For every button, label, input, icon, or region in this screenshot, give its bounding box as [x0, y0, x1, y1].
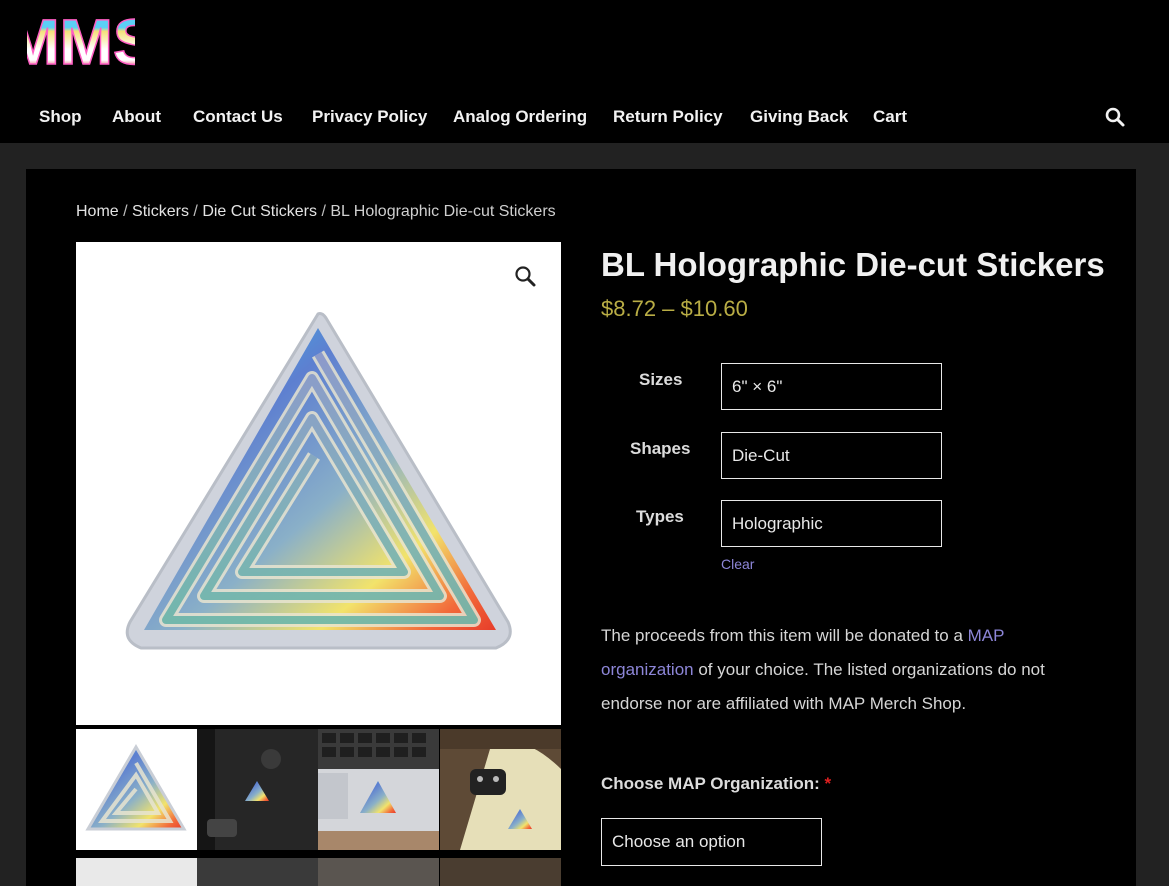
product-price: $8.72 – $10.60	[601, 296, 748, 321]
product-thumbnail[interactable]	[197, 858, 318, 886]
product-main-image[interactable]	[76, 242, 561, 725]
product-title: BL Holographic Die-cut Stickers	[601, 246, 1105, 283]
nav-cart[interactable]: Cart	[873, 107, 907, 127]
holographic-triangle-sticker-image	[125, 312, 512, 650]
organization-label-text: Choose MAP Organization:	[601, 774, 820, 793]
sizes-select[interactable]: 6" × 6"	[721, 363, 942, 410]
variation-label-sizes: Sizes	[639, 370, 683, 389]
breadcrumb-die-cut-stickers[interactable]: Die Cut Stickers	[202, 203, 317, 220]
product-thumbnail[interactable]	[318, 729, 439, 850]
required-mark: *	[824, 774, 832, 793]
choose-organization-label: Choose MAP Organization: *	[601, 774, 831, 794]
variation-label-shapes: Shapes	[630, 439, 691, 458]
product-thumbnail[interactable]	[197, 729, 318, 850]
zoom-icon[interactable]	[513, 264, 539, 290]
logo-text: MMS	[27, 9, 135, 69]
organization-select[interactable]: Choose an option	[601, 818, 822, 866]
breadcrumb-current: BL Holographic Die-cut Stickers	[330, 203, 556, 220]
nav-analog-ordering[interactable]: Analog Ordering	[453, 107, 587, 127]
product-thumbnail[interactable]	[440, 858, 561, 886]
shapes-select[interactable]: Die-Cut	[721, 432, 942, 479]
product-thumbnail[interactable]	[440, 729, 561, 850]
breadcrumb-separator: /	[123, 203, 128, 220]
site-logo[interactable]: MMS	[27, 9, 135, 69]
search-icon[interactable]	[1104, 106, 1126, 128]
mms-logo-icon: MMS	[27, 9, 135, 69]
nav-shop[interactable]: Shop	[39, 107, 82, 127]
nav-return-policy[interactable]: Return Policy	[613, 107, 723, 127]
clear-variations-link[interactable]: Clear	[721, 556, 754, 572]
nav-about[interactable]: About	[112, 107, 161, 127]
product-thumbnail[interactable]	[76, 729, 197, 850]
nav-privacy-policy[interactable]: Privacy Policy	[312, 107, 427, 127]
nav-contact-us[interactable]: Contact Us	[193, 107, 283, 127]
product-thumbnail[interactable]	[318, 858, 439, 886]
breadcrumb: Home / Stickers / Die Cut Stickers / BL …	[76, 203, 556, 221]
nav-giving-back[interactable]: Giving Back	[750, 107, 848, 127]
breadcrumb-separator: /	[193, 203, 198, 220]
description-text: The proceeds from this item will be dona…	[601, 626, 968, 645]
top-bar	[0, 0, 1169, 91]
product-description: The proceeds from this item will be dona…	[601, 619, 1101, 721]
types-select[interactable]: Holographic	[721, 500, 942, 547]
product-thumbnail[interactable]	[76, 858, 197, 886]
breadcrumb-stickers[interactable]: Stickers	[132, 203, 189, 220]
breadcrumb-separator: /	[321, 203, 326, 220]
variation-label-types: Types	[636, 507, 684, 526]
breadcrumb-home[interactable]: Home	[76, 203, 119, 220]
